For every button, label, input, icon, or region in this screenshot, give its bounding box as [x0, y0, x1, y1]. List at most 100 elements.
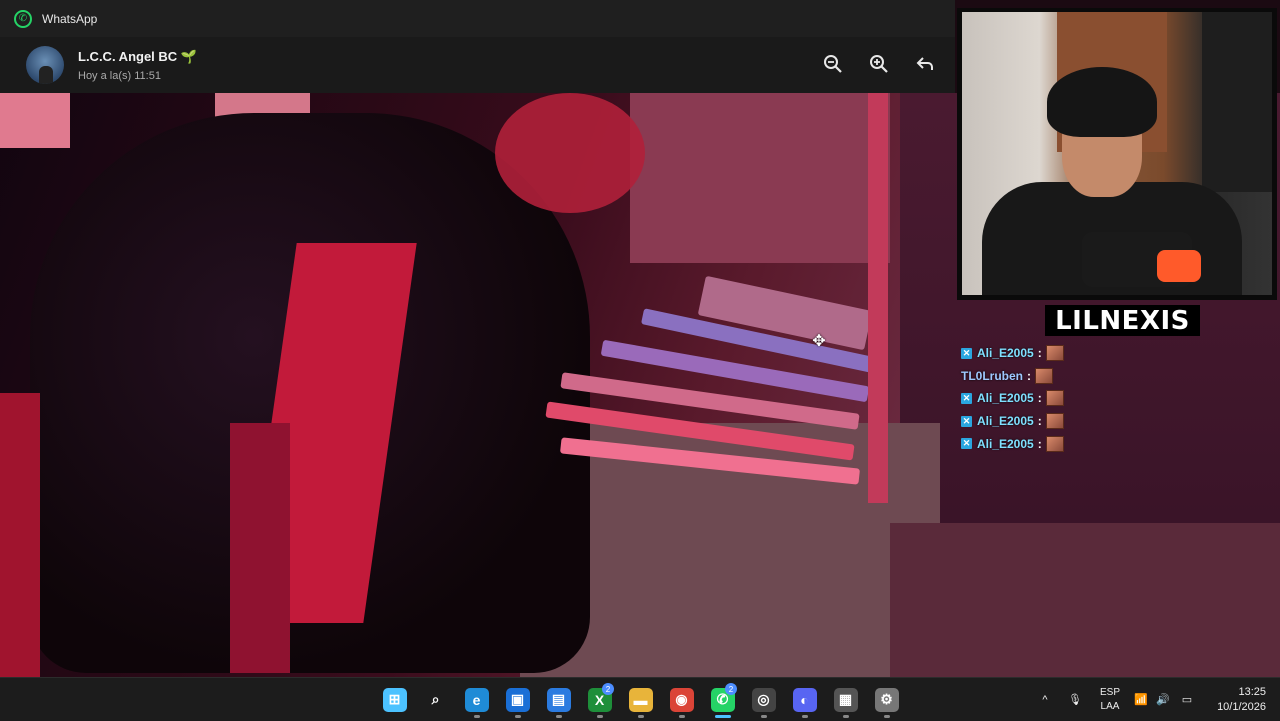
notification-badge: 2 — [725, 683, 737, 695]
edge-app[interactable]: e — [456, 678, 497, 721]
obs-app[interactable]: ◎ — [743, 678, 784, 721]
tools-app[interactable]: ▦ — [825, 678, 866, 721]
chat-separator: : — [1037, 414, 1042, 429]
chat-separator: : — [1037, 436, 1042, 451]
notes-app[interactable]: ▤ — [538, 678, 579, 721]
running-indicator — [760, 715, 767, 718]
chat-username[interactable]: Ali_E2005 — [977, 391, 1034, 405]
zoom-out-button[interactable] — [819, 49, 847, 79]
start-icon: ⊞ — [382, 687, 407, 712]
reply-button[interactable] — [911, 49, 939, 79]
chat-username[interactable]: Ali_E2005 — [977, 346, 1034, 360]
chat-message: ✕ Ali_E2005: — [961, 432, 1161, 455]
chat-message: ✕ Ali_E2005: — [961, 387, 1161, 410]
photo-wall — [630, 93, 890, 263]
photo-window-left — [0, 93, 70, 148]
photo-plush-toy — [495, 93, 645, 213]
app-title: WhatsApp — [42, 11, 98, 26]
webcam-overlay — [957, 8, 1277, 300]
wifi-icon[interactable]: 📶 — [1130, 693, 1152, 706]
xbox-app[interactable]: X2 — [579, 678, 620, 721]
photo-chair-stripe-lower — [230, 423, 290, 673]
prime-badge-icon: ✕ — [961, 347, 972, 359]
tray-chevron-icon[interactable]: ^ — [1030, 694, 1060, 706]
notes-icon: ▤ — [546, 687, 571, 712]
photo-pillar — [868, 93, 888, 503]
move-cursor-icon: ✥ — [812, 333, 826, 350]
store-app[interactable]: ▣ — [497, 678, 538, 721]
chat-separator: : — [1027, 368, 1031, 383]
system-tray: ^ 🎙 ESP LAA 📶 🔊 ▭ 13:25 10/1/2026 — [1030, 678, 1280, 721]
chrome-app[interactable]: ◉ — [661, 678, 702, 721]
viewer-actions — [819, 49, 939, 79]
start-button[interactable]: ⊞ — [374, 678, 415, 721]
battery-icon[interactable]: ▭ — [1174, 693, 1200, 706]
running-indicator — [473, 715, 480, 718]
webcam-mic-light — [1157, 250, 1201, 282]
file-explorer-app[interactable]: ▬ — [620, 678, 661, 721]
taskbar-apps: ⊞ ⌕ e ▣ ▤ X 2 ▬ ◉ ✆ 2 ◎ ◐ ▦ ⚙ — [374, 678, 907, 721]
microphone-icon[interactable]: 🎙 — [1060, 693, 1090, 706]
emote-icon — [1045, 390, 1064, 407]
clock-time: 13:25 — [1238, 685, 1266, 698]
contact-avatar[interactable] — [26, 46, 64, 84]
contact-info: L.C.C. Angel BC 🌱 Hoy a la(s) 11:51 — [78, 49, 197, 82]
keyboard-layout: LAA — [1100, 700, 1120, 712]
running-indicator — [678, 715, 685, 718]
photo-chair-edge — [0, 393, 40, 677]
emote-icon — [1045, 413, 1064, 430]
prime-badge-icon: ✕ — [961, 438, 972, 450]
zoom-out-icon — [824, 55, 842, 73]
zoom-in-icon — [870, 55, 888, 73]
volume-icon[interactable]: 🔊 — [1152, 693, 1174, 706]
search-button[interactable]: ⌕ — [415, 678, 456, 721]
running-indicator — [883, 715, 890, 718]
whatsapp-app[interactable]: ✆ 2 — [702, 678, 743, 721]
chat-message: ✕ Ali_E2005: — [961, 342, 1161, 365]
store-icon: ▣ — [505, 687, 530, 712]
taskbar: ⊞ ⌕ e ▣ ▤ X 2 ▬ ◉ ✆ 2 ◎ ◐ ▦ ⚙ ^ 🎙 ESP LAA 📶 🔊 ▭ 13:25 … — [0, 677, 1280, 721]
photo-floor — [890, 523, 1280, 677]
chat-message: TL0Lruben: — [961, 365, 1161, 388]
tools-icon: ▦ — [833, 687, 858, 712]
chat-separator: : — [1037, 346, 1042, 361]
file-explorer-icon: ▬ — [628, 687, 653, 712]
edge-icon: e — [464, 687, 489, 712]
clock-date: 10/1/2026 — [1217, 700, 1266, 713]
webcam-feed — [962, 12, 1272, 295]
language-indicator[interactable]: ESP LAA — [1090, 686, 1130, 714]
webcam-person — [982, 52, 1242, 295]
prime-badge-icon: ✕ — [961, 392, 972, 404]
running-indicator — [801, 715, 808, 718]
chat-separator: : — [1037, 391, 1042, 406]
discord-app[interactable]: ◐ — [784, 678, 825, 721]
emote-icon — [1045, 435, 1064, 452]
settings-icon: ⚙ — [874, 687, 899, 712]
stream-chat: ✕ Ali_E2005: TL0Lruben: ✕ Ali_E2005: ✕ Ali_E20… — [961, 342, 1161, 455]
message-timestamp: Hoy a la(s) 11:51 — [78, 69, 161, 82]
webcam-hair — [1047, 67, 1157, 137]
language-code: ESP — [1099, 686, 1120, 698]
media-viewer-header: L.C.C. Angel BC 🌱 Hoy a la(s) 11:51 — [0, 37, 955, 93]
running-indicator — [637, 715, 644, 718]
zoom-in-button[interactable] — [865, 49, 893, 79]
chat-username[interactable]: TL0Lruben — [961, 369, 1023, 383]
clock[interactable]: 13:25 10/1/2026 — [1200, 685, 1266, 715]
discord-icon: ◐ — [792, 687, 817, 712]
emote-icon — [1045, 345, 1064, 362]
chat-username[interactable]: Ali_E2005 — [977, 437, 1034, 451]
streamer-name-label: LILNEXIS — [1045, 305, 1200, 336]
settings-app[interactable]: ⚙ — [866, 678, 907, 721]
emote-icon — [1035, 367, 1053, 384]
search-icon: ⌕ — [431, 691, 440, 707]
chrome-icon: ◉ — [669, 687, 694, 712]
contact-name: L.C.C. Angel BC 🌱 — [78, 48, 197, 64]
chat-username[interactable]: Ali_E2005 — [977, 414, 1034, 428]
chat-message: ✕ Ali_E2005: — [961, 410, 1161, 433]
obs-icon: ◎ — [751, 687, 776, 712]
notification-badge: 2 — [602, 683, 614, 695]
prime-badge-icon: ✕ — [961, 415, 972, 427]
reply-icon — [916, 57, 933, 70]
running-indicator — [555, 715, 562, 718]
running-indicator — [514, 715, 521, 718]
